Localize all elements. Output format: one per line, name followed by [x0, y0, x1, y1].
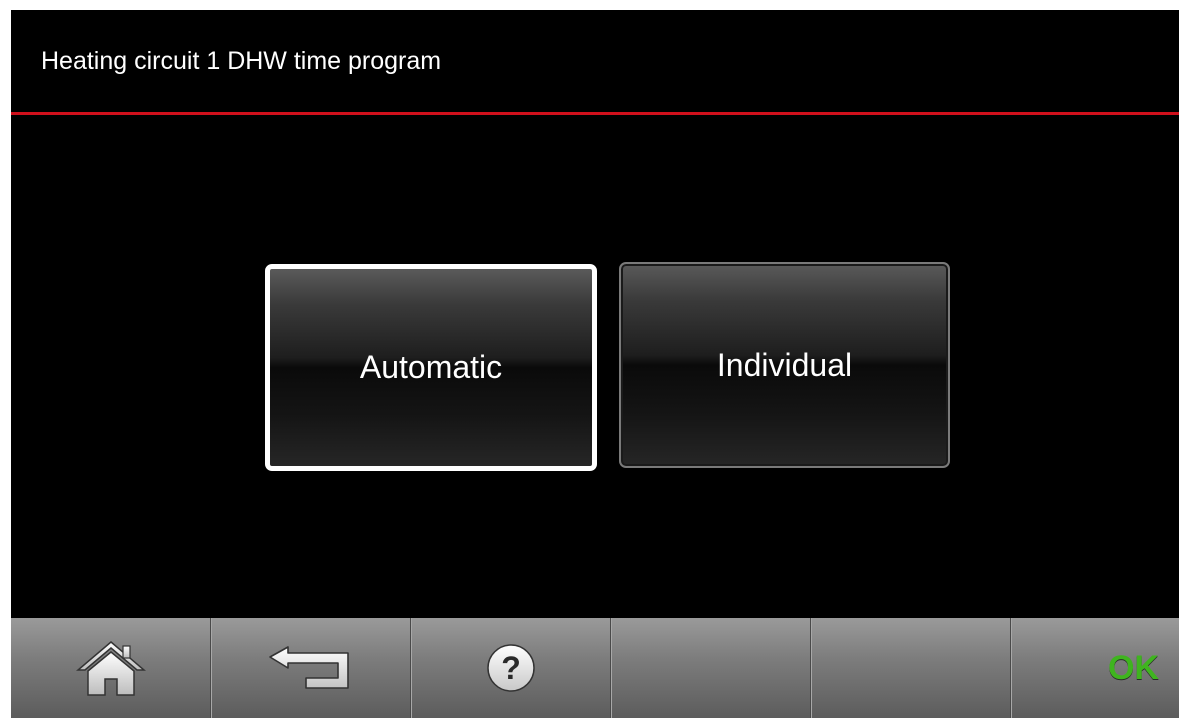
empty-toolbar-slot-1: [611, 618, 811, 718]
home-button[interactable]: [11, 618, 211, 718]
help-icon: ?: [485, 642, 537, 694]
bottom-toolbar: ? OK: [11, 618, 1179, 718]
back-button[interactable]: [211, 618, 411, 718]
individual-option-label: Individual: [716, 346, 853, 383]
app-screen: Heating circuit 1 DHW time program Autom…: [11, 10, 1179, 718]
main-content: Automatic Individual: [11, 115, 1179, 618]
ok-button[interactable]: OK: [1011, 618, 1179, 718]
page-title: Heating circuit 1 DHW time program: [41, 47, 442, 75]
help-button[interactable]: ?: [411, 618, 611, 718]
home-icon: [75, 638, 146, 698]
back-arrow-icon: [266, 644, 356, 692]
ok-label: OK: [1108, 648, 1159, 687]
automatic-option-button[interactable]: Automatic: [265, 264, 597, 471]
individual-option-button[interactable]: Individual: [619, 262, 950, 468]
svg-text:?: ?: [501, 650, 521, 686]
empty-toolbar-slot-2: [811, 618, 1011, 718]
automatic-option-label: Automatic: [359, 349, 503, 385]
header: Heating circuit 1 DHW time program: [11, 10, 1179, 112]
